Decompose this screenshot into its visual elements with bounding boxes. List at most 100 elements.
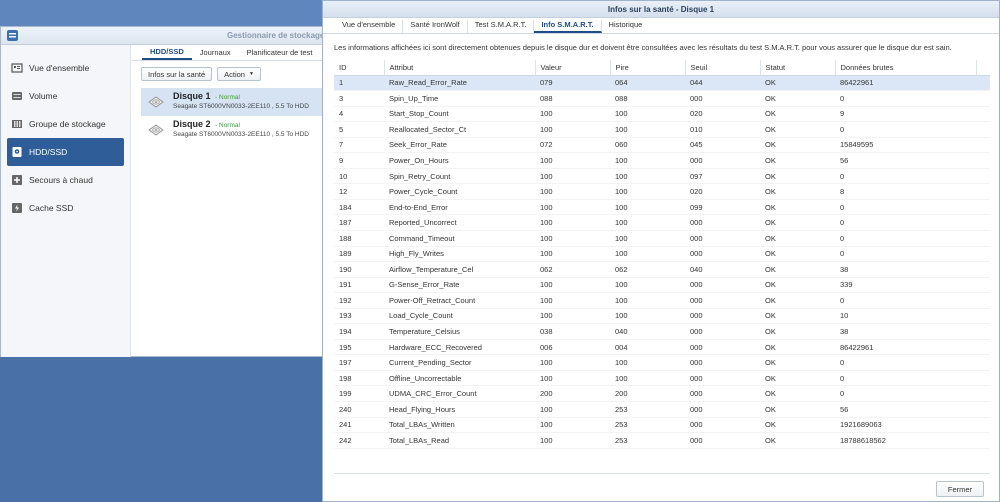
tab-smart-test[interactable]: Test S.M.A.R.T. bbox=[468, 20, 535, 33]
table-cell: OK bbox=[760, 417, 835, 434]
table-cell-filler bbox=[976, 183, 990, 200]
table-row[interactable]: 192 Power-Off_Retract_Count 100 100 000 OK 0 bbox=[334, 292, 990, 309]
column-header[interactable]: Données brutes bbox=[835, 60, 977, 76]
dialog-title[interactable]: Infos sur la santé - Disque 1 bbox=[323, 1, 999, 18]
table-row[interactable]: 193 Load_Cycle_Count 100 100 000 OK 10 bbox=[334, 308, 990, 325]
table-cell: 0 bbox=[835, 354, 976, 371]
table-row[interactable]: 187 Reported_Uncorrect 100 100 000 OK 0 bbox=[334, 214, 990, 231]
table-cell: OK bbox=[760, 168, 835, 185]
table-row[interactable]: 9 Power_On_Hours 100 100 000 OK 56 bbox=[334, 152, 990, 169]
table-row[interactable]: 189 High_Fly_Writes 100 100 000 OK 0 bbox=[334, 246, 990, 263]
table-cell-filler bbox=[976, 308, 990, 325]
table-cell: 38 bbox=[835, 261, 976, 278]
table-cell: 000 bbox=[685, 339, 760, 356]
table-cell: 197 bbox=[334, 354, 384, 371]
table-cell: 193 bbox=[334, 308, 384, 325]
table-cell: 000 bbox=[685, 214, 760, 231]
table-row[interactable]: 197 Current_Pending_Sector 100 100 000 OK 0 bbox=[334, 354, 990, 371]
table-row[interactable]: 199 UDMA_CRC_Error_Count 200 200 000 OK 0 bbox=[334, 385, 990, 402]
sidebar-item-label: Volume bbox=[29, 91, 58, 101]
table-row[interactable]: 190 Airflow_Temperature_Cel 062 062 040 OK 38 bbox=[334, 261, 990, 278]
close-button[interactable]: Fermer bbox=[936, 481, 984, 497]
tab-smart-info[interactable]: Info S.M.A.R.T. bbox=[534, 20, 602, 33]
tab-logs[interactable]: Journaux bbox=[192, 48, 239, 60]
column-header[interactable]: Pire bbox=[610, 60, 686, 76]
table-cell: 18788618562 bbox=[835, 432, 976, 449]
table-row[interactable]: 10 Spin_Retry_Count 100 100 097 OK 0 bbox=[334, 168, 990, 185]
tab-ironwolf-health[interactable]: Santé IronWolf bbox=[403, 20, 468, 33]
table-cell: End-to-End_Error bbox=[384, 199, 535, 216]
table-row[interactable]: 241 Total_LBAs_Written 100 253 000 OK 19216890… bbox=[334, 417, 990, 434]
sidebar-item-volume[interactable]: Volume bbox=[7, 82, 124, 110]
table-row[interactable]: 240 Head_Flying_Hours 100 253 000 OK 56 bbox=[334, 401, 990, 418]
table-row[interactable]: 5 Reallocated_Sector_Ct 100 100 010 OK 0 bbox=[334, 121, 990, 138]
column-header[interactable]: ID bbox=[334, 60, 385, 76]
table-cell-filler bbox=[976, 75, 990, 92]
table-cell: 0 bbox=[835, 199, 976, 216]
table-cell: 100 bbox=[610, 168, 685, 185]
list-item-disk-2[interactable]: Disque 2 - Normal Seagate ST6000VN0033-2… bbox=[141, 116, 330, 144]
column-header[interactable]: Attribut bbox=[384, 60, 536, 76]
table-cell: 100 bbox=[535, 152, 610, 169]
table-cell: High_Fly_Writes bbox=[384, 246, 535, 263]
table-row[interactable]: 194 Temperature_Celsius 038 040 000 OK 38 bbox=[334, 323, 990, 340]
table-cell: OK bbox=[760, 261, 835, 278]
table-cell: 000 bbox=[685, 370, 760, 387]
table-row[interactable]: 191 G-Sense_Error_Rate 100 100 000 OK 339 bbox=[334, 277, 990, 294]
storage-manager-toolbar: Infos sur la santé Action ▼ bbox=[141, 67, 261, 81]
table-cell: OK bbox=[760, 90, 835, 107]
health-info-button[interactable]: Infos sur la santé bbox=[141, 67, 213, 81]
sidebar-item-ssd-cache[interactable]: Cache SSD bbox=[7, 194, 124, 222]
hard-drive-icon bbox=[148, 124, 164, 136]
table-cell: Current_Pending_Sector bbox=[384, 354, 535, 371]
action-button-label: Action bbox=[224, 69, 245, 79]
chevron-down-icon: ▼ bbox=[248, 71, 254, 77]
table-cell: 000 bbox=[685, 246, 760, 263]
table-cell-filler bbox=[976, 230, 990, 247]
table-cell: Power_Cycle_Count bbox=[384, 183, 535, 200]
column-header[interactable]: Seuil bbox=[685, 60, 761, 76]
table-cell: 062 bbox=[610, 261, 685, 278]
hot-spare-icon bbox=[11, 174, 23, 186]
sidebar-item-hot-spare[interactable]: Secours à chaud bbox=[7, 166, 124, 194]
action-dropdown-button[interactable]: Action ▼ bbox=[217, 67, 261, 81]
tab-hdd-ssd[interactable]: HDD/SSD bbox=[142, 47, 192, 60]
table-cell: 000 bbox=[685, 152, 760, 169]
table-cell-filler bbox=[976, 152, 990, 169]
table-row[interactable]: 195 Hardware_ECC_Recovered 006 004 000 OK 8642… bbox=[334, 339, 990, 356]
table-cell-filler bbox=[976, 121, 990, 138]
table-cell: 7 bbox=[334, 137, 384, 154]
storage-manager-titlebar[interactable]: Gestionnaire de stockage bbox=[1, 27, 329, 45]
table-row[interactable]: 4 Start_Stop_Count 100 100 020 OK 9 bbox=[334, 106, 990, 123]
table-cell: 56 bbox=[835, 152, 976, 169]
table-row[interactable]: 242 Total_LBAs_Read 100 253 000 OK 18788618562 bbox=[334, 432, 990, 449]
table-cell: OK bbox=[760, 137, 835, 154]
sidebar-item-storage-pool[interactable]: Groupe de stockage bbox=[7, 110, 124, 138]
table-row[interactable]: 12 Power_Cycle_Count 100 100 020 OK 8 bbox=[334, 183, 990, 200]
tab-overview[interactable]: Vue d'ensemble bbox=[335, 20, 404, 33]
table-cell: 100 bbox=[535, 370, 610, 387]
column-header[interactable]: Valeur bbox=[535, 60, 611, 76]
table-cell: 100 bbox=[535, 354, 610, 371]
table-cell: 004 bbox=[610, 339, 685, 356]
table-row[interactable]: 184 End-to-End_Error 100 100 099 OK 0 bbox=[334, 199, 990, 216]
table-row[interactable]: 198 Offline_Uncorrectable 100 100 000 OK 0 bbox=[334, 370, 990, 387]
table-cell: Total_LBAs_Read bbox=[384, 432, 535, 449]
table-cell: 339 bbox=[835, 277, 976, 294]
sidebar-item-hdd-ssd[interactable]: HDD/SSD bbox=[7, 138, 124, 166]
table-row[interactable]: 188 Command_Timeout 100 100 000 OK 0 bbox=[334, 230, 990, 247]
table-row[interactable]: 3 Spin_Up_Time 088 088 000 OK 0 bbox=[334, 90, 990, 107]
table-cell: 020 bbox=[685, 183, 760, 200]
list-item-disk-1[interactable]: Disque 1 - Normal Seagate ST6000VN0033-2… bbox=[141, 88, 330, 116]
table-cell: 194 bbox=[334, 323, 384, 340]
table-cell: 000 bbox=[685, 308, 760, 325]
table-cell: OK bbox=[760, 292, 835, 309]
table-row[interactable]: 1 Raw_Read_Error_Rate 079 064 044 OK 86422961 bbox=[334, 75, 990, 92]
column-header[interactable]: Statut bbox=[760, 60, 836, 76]
tab-test-scheduler[interactable]: Planificateur de test bbox=[239, 48, 321, 60]
table-cell: 100 bbox=[610, 214, 685, 231]
table-row[interactable]: 7 Seek_Error_Rate 072 060 045 OK 15849595 bbox=[334, 137, 990, 154]
tab-history[interactable]: Historique bbox=[602, 20, 650, 33]
table-cell-filler bbox=[976, 354, 990, 371]
sidebar-item-overview[interactable]: Vue d'ensemble bbox=[7, 54, 124, 82]
